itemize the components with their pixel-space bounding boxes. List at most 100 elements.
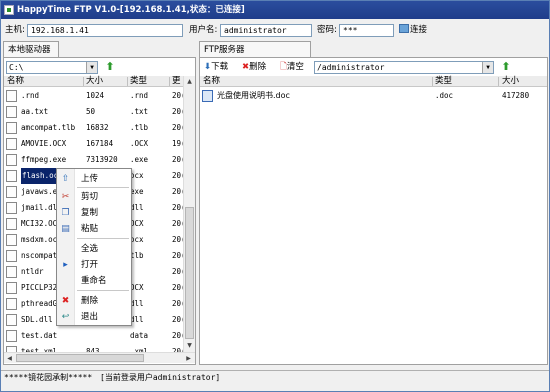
col-name[interactable]: 名称 bbox=[203, 76, 220, 87]
file-name: nscompat bbox=[21, 251, 58, 260]
file-name: test.dat bbox=[21, 331, 58, 340]
menu-item[interactable]: 重命名 bbox=[57, 273, 131, 289]
host-input[interactable]: 192.168.1.41 bbox=[27, 24, 183, 37]
menu-item-label: 打开 bbox=[81, 260, 99, 270]
file-name: amcompat.tlb bbox=[21, 123, 76, 132]
remote-toolbar: ⬇下载 ✖删除 🗋清空 /administrator ▼ ⬆ bbox=[200, 60, 547, 76]
col-type[interactable]: 类型 bbox=[435, 76, 452, 87]
tab-local-drive-label: 本地驱动器 bbox=[8, 45, 51, 55]
col-size[interactable]: 大小 bbox=[86, 76, 103, 87]
table-row[interactable]: 光盘使用说明书.doc .doc 417280 bbox=[200, 88, 547, 104]
delete-button[interactable]: ✖删除 bbox=[242, 61, 266, 74]
col-separator[interactable] bbox=[498, 77, 499, 86]
file-size: 7313920 bbox=[86, 155, 118, 164]
file-icon bbox=[6, 202, 17, 214]
col-separator[interactable] bbox=[432, 77, 433, 86]
delete-label: 删除 bbox=[249, 62, 267, 72]
menu-separator bbox=[77, 238, 129, 239]
remote-path-select[interactable]: /administrator ▼ bbox=[314, 61, 494, 74]
status-credit: *****镜花园承制***** bbox=[4, 373, 93, 382]
menu-item[interactable]: 全选 bbox=[57, 241, 131, 257]
remote-path-value: /administrator bbox=[317, 63, 385, 72]
remote-column-header: 名称 类型 大小 bbox=[200, 76, 547, 87]
up-folder-icon[interactable]: ⬆ bbox=[500, 61, 512, 73]
status-current-user: [当前登录用户administrator] bbox=[100, 373, 221, 382]
file-size: 417280 bbox=[502, 91, 530, 100]
file-type: .exe bbox=[130, 155, 149, 164]
menu-item[interactable]: ▤ 粘贴 bbox=[57, 221, 131, 237]
tab-ftp-server[interactable]: FTP服务器(192.168.1.41) bbox=[199, 41, 311, 71]
file-size: 50 bbox=[86, 107, 96, 116]
scroll-down-arrow-icon[interactable]: ▼ bbox=[184, 340, 195, 351]
file-name: MCI32.OC bbox=[21, 219, 58, 228]
local-path-select[interactable]: C:\ ▼ bbox=[6, 61, 98, 74]
scroll-thumb[interactable] bbox=[16, 354, 144, 362]
up-folder-icon[interactable]: ⬆ bbox=[104, 61, 116, 73]
local-horizontal-scrollbar[interactable]: ◀ ▶ bbox=[4, 352, 195, 363]
chevron-down-icon[interactable]: ▼ bbox=[482, 62, 493, 73]
connect-button[interactable]: 连接 bbox=[399, 23, 439, 37]
file-type: .OCX bbox=[130, 139, 149, 148]
menu-item-label: 粘贴 bbox=[81, 224, 99, 234]
file-name: AMOVIE.OCX bbox=[21, 139, 67, 148]
paste-icon: ▤ bbox=[61, 224, 70, 234]
download-button[interactable]: ⬇下载 bbox=[204, 61, 228, 74]
menu-separator bbox=[77, 187, 129, 188]
table-row[interactable]: ffmpeg.exe 7313920 .exe 20( bbox=[4, 152, 186, 168]
menu-separator bbox=[77, 290, 129, 291]
clear-button[interactable]: 🗋清空 bbox=[280, 61, 304, 74]
menu-item[interactable]: ↩ 退出 bbox=[57, 309, 131, 325]
file-size: 167184 bbox=[86, 139, 114, 148]
menu-item-label: 全选 bbox=[81, 244, 99, 254]
file-icon bbox=[6, 154, 17, 166]
app-icon bbox=[4, 5, 14, 15]
file-name: PICCLP32 bbox=[21, 283, 58, 292]
col-separator[interactable] bbox=[169, 77, 170, 86]
tab-local-drive[interactable]: 本地驱动器 bbox=[3, 41, 59, 57]
col-modified[interactable]: 更 bbox=[172, 76, 181, 87]
username-input[interactable]: administrator bbox=[220, 24, 312, 37]
connect-label: 连接 bbox=[410, 25, 428, 35]
scroll-up-arrow-icon[interactable]: ▲ bbox=[184, 76, 195, 87]
file-type: ocx bbox=[130, 235, 144, 244]
menu-item-label: 删除 bbox=[81, 296, 99, 306]
table-row[interactable]: test.dat data 20( bbox=[4, 328, 186, 344]
clear-label: 清空 bbox=[286, 62, 304, 72]
context-menu: ⇧ 上传 ✂ 剪切 ❐ 复制 ▤ 粘贴全选 ▸ 打开 重命名 ✖ 删除 ↩ 退出 bbox=[56, 168, 132, 326]
file-type: ocx bbox=[130, 171, 144, 180]
local-vertical-scrollbar[interactable]: ▲ ▼ bbox=[183, 76, 195, 352]
title-bar: HappyTime FTP V1.0-[192.168.1.41,状态：已连接] bbox=[1, 1, 549, 19]
file-name: msdxm.oc bbox=[21, 235, 58, 244]
file-type: dll bbox=[130, 315, 144, 324]
col-separator[interactable] bbox=[127, 77, 128, 86]
scroll-right-arrow-icon[interactable]: ▶ bbox=[183, 353, 194, 364]
file-icon bbox=[6, 314, 17, 326]
menu-item[interactable]: ▸ 打开 bbox=[57, 257, 131, 273]
password-input[interactable]: *** bbox=[339, 24, 394, 37]
table-row[interactable]: aa.txt 50 .txt 20( bbox=[4, 104, 186, 120]
file-name: pthreadG bbox=[21, 299, 58, 308]
col-separator[interactable] bbox=[83, 77, 84, 86]
table-row[interactable]: AMOVIE.OCX 167184 .OCX 19( bbox=[4, 136, 186, 152]
file-icon bbox=[6, 218, 17, 230]
chevron-down-icon[interactable]: ▼ bbox=[86, 62, 97, 73]
scroll-thumb[interactable] bbox=[185, 207, 194, 339]
file-icon bbox=[6, 138, 17, 150]
col-type[interactable]: 类型 bbox=[130, 76, 147, 87]
menu-item[interactable]: ❐ 复制 bbox=[57, 205, 131, 221]
col-name[interactable]: 名称 bbox=[7, 76, 24, 87]
file-name: ntldr bbox=[21, 267, 44, 276]
table-row[interactable]: .rnd 1024 .rnd 20( bbox=[4, 88, 186, 104]
menu-item[interactable]: ✖ 删除 bbox=[57, 293, 131, 309]
file-name: aa.txt bbox=[21, 107, 49, 116]
menu-item[interactable]: ✂ 剪切 bbox=[57, 189, 131, 205]
col-size[interactable]: 大小 bbox=[502, 76, 519, 87]
cut-icon: ✂ bbox=[61, 192, 70, 202]
scroll-left-arrow-icon[interactable]: ◀ bbox=[4, 353, 15, 364]
file-name: .rnd bbox=[21, 91, 40, 100]
menu-item[interactable]: ⇧ 上传 bbox=[57, 171, 131, 187]
table-row[interactable]: amcompat.tlb 16832 .tlb 20( bbox=[4, 120, 186, 136]
connection-bar: 主机: 192.168.1.41 用户名: administrator 密码: … bbox=[1, 20, 549, 40]
menu-item-label: 上传 bbox=[81, 174, 99, 184]
file-name: jmail.dl bbox=[21, 203, 58, 212]
